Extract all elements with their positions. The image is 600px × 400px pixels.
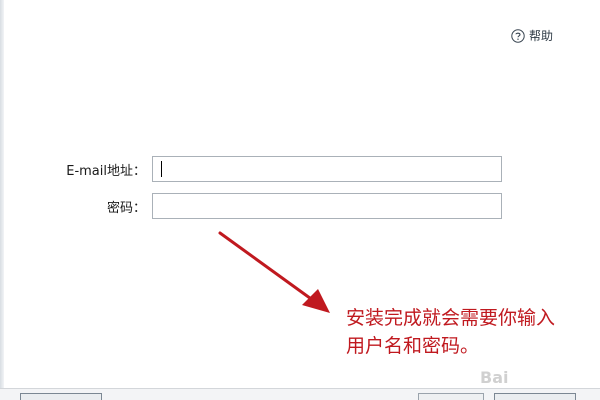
text-caret — [161, 161, 162, 177]
email-row: E-mail地址： — [0, 156, 502, 182]
password-row: 密码： — [0, 193, 502, 219]
password-field[interactable] — [152, 193, 502, 219]
annotation-text: 安装完成就会需要你输入 用户名和密码。 — [346, 304, 600, 360]
bottom-left-button[interactable] — [20, 393, 102, 400]
email-label: E-mail地址： — [66, 163, 146, 179]
email-field[interactable] — [152, 156, 502, 182]
help-label: 帮助 — [529, 29, 554, 43]
login-dialog: 帮助 E-mail地址： 密码： 安装完成就会需要你输入 用户名和密码。 Bai — [0, 0, 600, 400]
password-label: 密码： — [106, 200, 146, 216]
annotation-arrow-icon — [210, 225, 340, 324]
question-circle-icon — [511, 28, 525, 43]
help-link[interactable]: 帮助 — [511, 27, 553, 44]
watermark-text: Bai — [480, 368, 509, 387]
bottom-right-button-1[interactable] — [418, 393, 484, 400]
baidu-watermark: Bai — [480, 368, 508, 387]
annotation-line-1: 安装完成就会需要你输入 — [346, 307, 556, 329]
bottom-right-button-2[interactable] — [494, 393, 576, 400]
annotation-line-2: 用户名和密码。 — [346, 335, 480, 357]
